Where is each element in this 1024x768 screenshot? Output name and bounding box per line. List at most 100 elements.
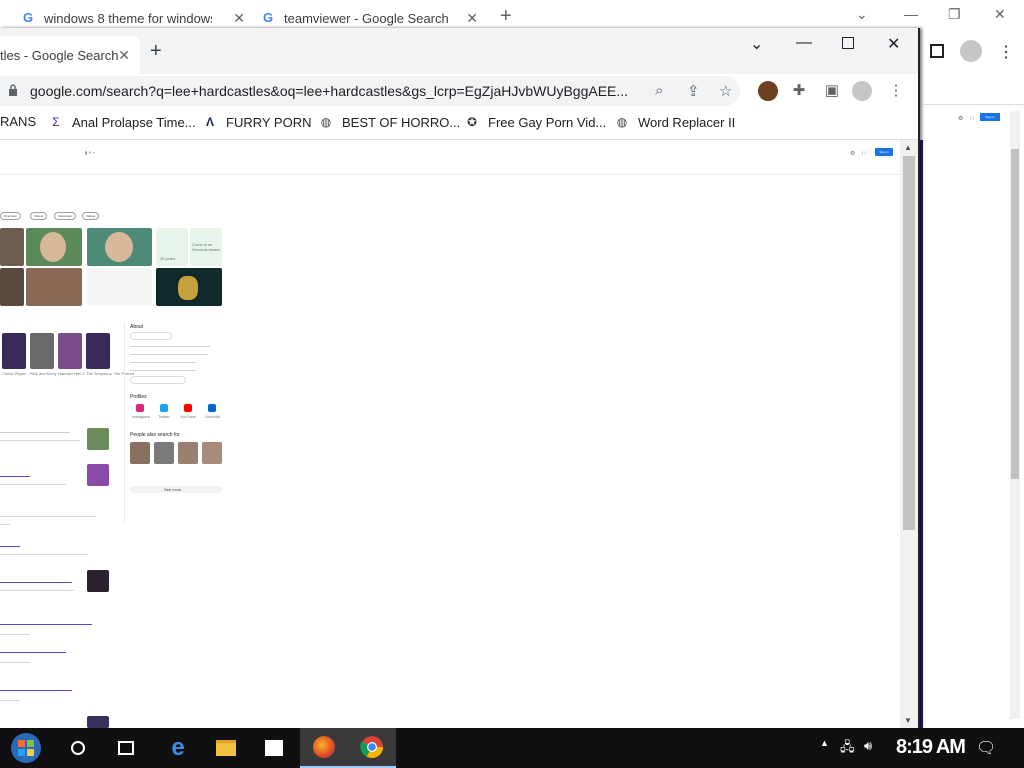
scroll-down-icon[interactable]: ▼ [904,716,912,725]
new-tab-button[interactable]: + [150,41,162,61]
award-info-card[interactable]: Come in as Seconds Award [190,228,222,266]
filter-chip[interactable]: Interviews [54,212,76,220]
result-title-line[interactable] [0,624,92,625]
filter-chip[interactable]: Videos [82,212,100,220]
network-icon[interactable]: 🖧 [840,738,855,760]
share-icon[interactable]: ⇪ [687,82,700,100]
close-icon[interactable]: ✕ [233,10,245,27]
more-menu-icon[interactable]: ⋮ [998,42,1014,62]
maximize-button[interactable] [842,37,854,49]
result-thumbnail[interactable] [87,570,109,592]
bookmark-item[interactable]: RANS [0,114,36,129]
tab-lee-hardcastles[interactable]: tles - Google Search ✕ [0,36,140,74]
file-explorer-button[interactable] [202,728,250,768]
store-button[interactable] [250,728,298,768]
result-image[interactable] [87,228,152,266]
chrome-button[interactable] [348,728,396,768]
more-menu-icon[interactable]: ⋮ [886,81,906,101]
tab-search-icon[interactable]: ⌄ [750,34,763,54]
search-icon[interactable]: ⌕ [655,82,663,99]
firefox-button[interactable] [300,728,348,768]
close-window-button[interactable]: ✕ [887,34,900,54]
filter-chip[interactable]: Overview [0,212,21,220]
bookmark-label: FURRY PORN [226,114,312,130]
restore-button[interactable]: ❐ [948,6,961,23]
website-chip[interactable] [130,332,172,340]
edge-button[interactable]: e [154,728,202,768]
scrollbar-thumb[interactable] [903,156,915,530]
result-video-thumbnail[interactable] [156,268,222,306]
result-title-line[interactable] [0,432,70,433]
age-info-card[interactable]: 35 years [156,228,188,266]
result-title-line[interactable] [0,652,66,653]
bookmark-star-icon[interactable]: ☆ [719,82,732,100]
video-thumbnail[interactable] [58,333,82,369]
action-center-icon[interactable]: 🗨︎ [976,738,996,758]
twitter-icon[interactable] [160,404,168,412]
profile-avatar-icon[interactable] [852,81,872,101]
person-thumbnail[interactable] [154,442,174,464]
tab-search-icon[interactable]: ⌄ [856,6,868,23]
result-image[interactable] [0,268,24,306]
person-thumbnail[interactable] [178,442,198,464]
volume-icon[interactable]: 🔊︎ [864,738,872,754]
show-hidden-icons-icon[interactable]: ▲ [820,738,829,748]
result-title-line[interactable] [0,690,72,691]
minimize-button[interactable]: — [796,34,812,52]
task-view-icon [118,741,134,755]
youtube-icon[interactable] [184,404,192,412]
close-icon[interactable]: ✕ [466,10,478,27]
extension-avatar-icon[interactable] [758,81,778,101]
signin-button[interactable]: Sign in [980,113,1000,121]
result-image[interactable] [26,228,82,266]
close-icon[interactable]: ✕ [118,47,130,64]
person-thumbnail[interactable] [202,442,222,464]
apps-icon[interactable]: ∷ [862,150,866,157]
search-button[interactable] [54,728,102,768]
result-image[interactable] [0,228,24,266]
filter-chip[interactable]: Videos [30,212,48,220]
bookmark-item[interactable]: Λ FURRY PORN [202,114,312,130]
result-image[interactable] [26,268,82,306]
person-thumbnail[interactable] [130,442,150,464]
see-more-button[interactable]: See more [130,486,222,493]
result-title-line[interactable] [0,476,30,477]
settings-icon[interactable]: ⚙ [958,115,963,122]
bookmark-item[interactable]: ◍ Word Replacer II [614,114,736,130]
page-scrollbar[interactable]: ▲ ▼ [900,140,918,728]
bookmark-item[interactable]: ✪ Free Gay Porn Vid... [464,114,606,130]
claim-panel-chip[interactable] [130,376,186,384]
settings-icon[interactable]: ⚙ [850,150,855,157]
result-thumbnail[interactable] [87,716,109,728]
side-panel-icon[interactable] [930,44,944,58]
scrollbar-thumb[interactable] [1011,149,1019,479]
background-scrollbar[interactable] [1010,111,1020,719]
store-bag-icon [265,740,283,756]
apps-icon[interactable]: ∷ [970,115,974,122]
signin-button[interactable]: Sign in [875,148,893,156]
address-bar[interactable]: google.com/search?q=lee+hardcastles&oq=l… [0,76,740,106]
extensions-puzzle-icon[interactable]: ✚ [789,81,809,101]
linkedin-icon[interactable] [208,404,216,412]
side-panel-icon[interactable]: ▣ [822,81,842,101]
video-info-card[interactable] [87,268,152,306]
instagram-icon[interactable] [136,404,144,412]
taskbar-clock[interactable]: 8:19 AM [896,736,966,759]
profile-avatar-icon[interactable] [960,40,982,62]
bookmark-item[interactable]: Σ Anal Prolapse Time... [48,114,195,130]
scroll-up-icon[interactable]: ▲ [904,143,912,152]
close-window-button[interactable]: ✕ [994,6,1006,23]
video-thumbnail[interactable] [86,333,110,369]
minimize-button[interactable]: — [904,6,918,22]
video-thumbnail[interactable] [2,333,26,369]
results-tabs-row[interactable]: ▮ ✕ ⌕ [85,150,95,155]
start-button[interactable] [2,728,50,768]
result-title-line[interactable] [0,546,20,547]
video-thumbnail[interactable] [30,333,54,369]
new-tab-button[interactable]: + [500,6,512,26]
result-title-line[interactable] [0,582,72,583]
result-thumbnail[interactable] [87,428,109,450]
bookmark-item[interactable]: ◍ BEST OF HORRO... [318,114,460,130]
result-thumbnail[interactable] [87,464,109,486]
task-view-button[interactable] [102,728,150,768]
